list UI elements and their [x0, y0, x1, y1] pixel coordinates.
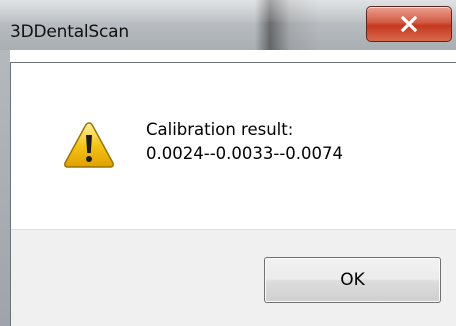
close-icon: [399, 15, 419, 33]
message-line-1: Calibration result:: [146, 120, 294, 139]
message-dialog: 3DDentalScan Calibration result: 0.0024-…: [0, 0, 456, 326]
ok-button[interactable]: OK: [264, 257, 441, 303]
close-button[interactable]: [366, 6, 452, 42]
window-title: 3DDentalScan: [10, 22, 129, 42]
message-text: Calibration result: 0.0024--0.0033--0.00…: [146, 118, 343, 166]
calibration-values: 0.0024--0.0033--0.0074: [146, 144, 344, 163]
warning-icon: [63, 121, 115, 169]
window-frame-left: [0, 50, 10, 326]
dialog-content: Calibration result: 0.0024--0.0033--0.00…: [10, 62, 456, 326]
button-bar: OK: [11, 229, 456, 326]
title-bar[interactable]: 3DDentalScan: [0, 0, 456, 50]
